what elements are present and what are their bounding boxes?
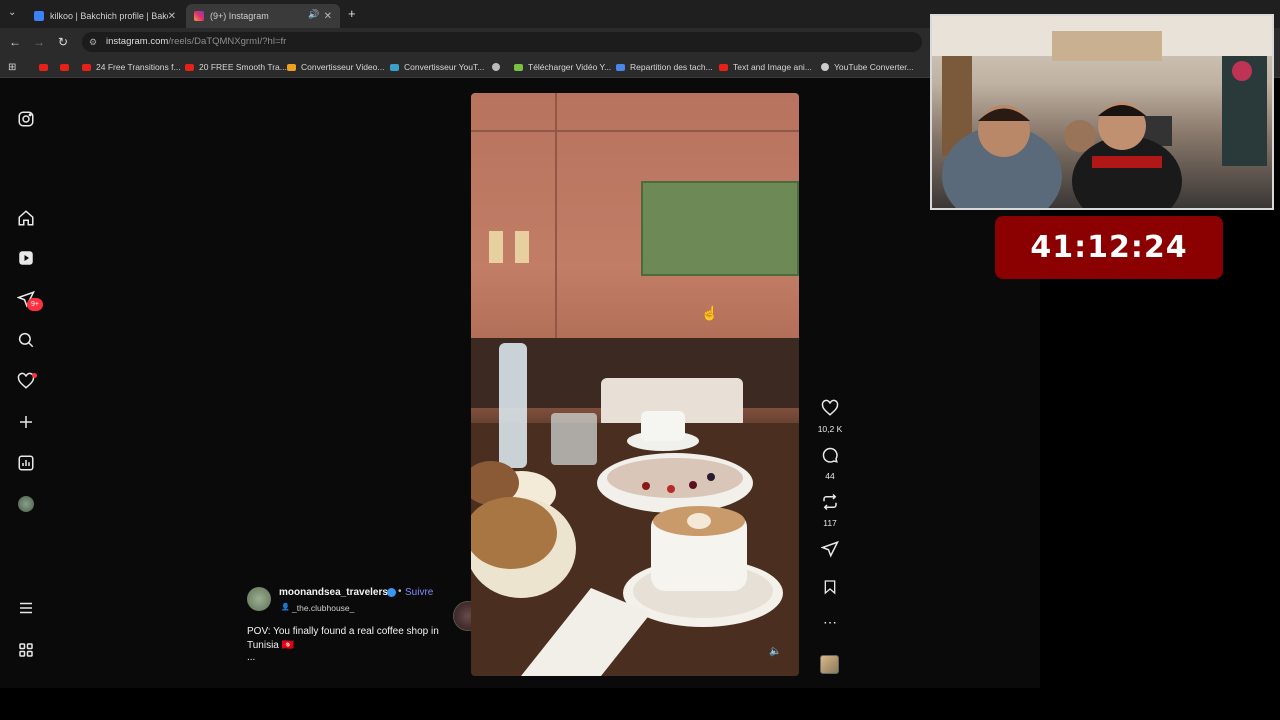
like-count: 10,2 K (817, 424, 843, 434)
url-path: /reels/DaTQMNXgrmI/?hl=fr (168, 36, 287, 47)
converter-icon (287, 63, 296, 71)
comment-icon[interactable] (821, 446, 839, 464)
reels-icon[interactable] (16, 248, 36, 268)
share-action[interactable] (816, 540, 844, 563)
bookmark-item[interactable] (60, 60, 74, 74)
like-action[interactable]: 10,2 K (816, 399, 844, 434)
bookmark-item[interactable]: Convertisseur YouT... (390, 60, 484, 74)
youtube-icon (60, 63, 69, 71)
site-info-icon[interactable]: ⚙ (89, 32, 97, 52)
youtube-icon (719, 63, 728, 71)
url-field[interactable]: ⚙ instagram.com/reels/DaTQMNXgrmI/?hl=fr (82, 32, 922, 52)
youtube-icon (82, 63, 91, 71)
tab-kilkoo[interactable]: kilkoo | Bakchich profile | Bakch ✕ (26, 4, 184, 28)
url-host: instagram.com (106, 36, 169, 47)
bookmark-item[interactable]: Convertisseur Video... (287, 60, 384, 74)
caption-line-2: Tunisia 🇹🇳 (247, 640, 295, 651)
separator-dot: • (398, 586, 402, 597)
audio-person-icon: 👤 (281, 604, 290, 611)
home-icon[interactable] (16, 208, 36, 228)
bookmark-item[interactable]: Repartition des tach... (616, 60, 713, 74)
webcam-scene-image (932, 16, 1272, 208)
bookmark-item[interactable]: 24 Free Transitions f... (82, 60, 181, 74)
back-button[interactable]: ← (7, 34, 23, 50)
repost-action[interactable]: 117 (816, 493, 844, 528)
repost-count: 117 (823, 518, 837, 528)
verified-badge-icon (387, 588, 396, 597)
instagram-logo-icon[interactable] (16, 109, 36, 129)
cursor-hand-icon: ☝ (701, 305, 719, 321)
audio-cover-thumbnail[interactable] (820, 655, 839, 674)
author-username[interactable]: moonandsea_travelers (279, 587, 388, 598)
reload-button[interactable]: ↻ (55, 34, 71, 50)
tab-audio-icon[interactable]: 🔊 (308, 9, 319, 20)
follow-button[interactable]: Suivre (405, 587, 433, 598)
youtube-icon (39, 63, 48, 71)
more-options-icon[interactable]: ⋯ (816, 614, 844, 631)
bookmark-item[interactable] (492, 60, 505, 74)
reel-scene-image (471, 93, 799, 676)
menu-icon[interactable] (16, 598, 36, 618)
docs-icon (616, 63, 625, 71)
stream-timer: 41:12:24 (995, 216, 1223, 279)
bookmark-item[interactable] (39, 60, 53, 74)
forward-button[interactable]: → (31, 34, 47, 50)
webcam-overlay (930, 14, 1274, 210)
dashboard-icon[interactable] (16, 453, 36, 473)
author-avatar[interactable] (247, 587, 271, 611)
instagram-favicon-icon (194, 11, 204, 21)
tab-close-icon[interactable]: ✕ (324, 11, 332, 22)
profile-avatar[interactable] (16, 494, 36, 514)
bookmark-item[interactable]: Télécharger Vidéo Y... (514, 60, 611, 74)
converter-icon (390, 63, 399, 71)
globe-icon (492, 63, 500, 71)
bookmark-icon[interactable] (822, 578, 838, 596)
save-action[interactable] (816, 578, 844, 601)
repost-icon[interactable] (821, 493, 839, 511)
bookmark-item[interactable]: 20 FREE Smooth Tra... (185, 60, 287, 74)
tab-title: (9+) Instagram (210, 11, 269, 21)
tab-search-chevron-icon[interactable]: ⌄ (8, 7, 16, 18)
more-apps-icon[interactable] (16, 640, 36, 660)
comment-action[interactable]: 44 (816, 446, 844, 481)
taskbar-strip (0, 688, 1280, 720)
globe-icon (821, 63, 829, 71)
notification-dot (32, 373, 37, 378)
apps-grid-icon[interactable]: ⊞ (8, 60, 16, 74)
notification-badge: 9+ (27, 298, 43, 311)
bookmark-item[interactable]: Text and Image ani... (719, 60, 812, 74)
create-plus-icon[interactable] (16, 412, 36, 432)
share-icon[interactable] (820, 540, 839, 558)
youtube-icon (185, 63, 194, 71)
new-tab-button[interactable]: + (348, 6, 356, 21)
volume-icon[interactable]: 🔈 (769, 646, 781, 657)
tab-favicon-icon (34, 11, 44, 21)
like-heart-icon[interactable] (821, 399, 839, 417)
bookmark-item[interactable]: YouTube Converter... (821, 60, 914, 74)
tab-instagram[interactable]: (9+) Instagram 🔊 ✕ (186, 4, 340, 28)
search-icon[interactable] (16, 330, 36, 350)
tab-close-icon[interactable]: ✕ (168, 11, 176, 22)
caption-line-1: POV: You finally found a real coffee sho… (247, 626, 439, 637)
comment-count: 44 (825, 471, 835, 481)
tab-title: kilkoo | Bakchich profile | Bakch (50, 11, 168, 21)
reel-video[interactable]: 🔈 ☝ (471, 93, 799, 676)
audio-source-label[interactable]: _the.clubhouse_ (292, 603, 354, 613)
download-icon (514, 63, 523, 71)
caption-more[interactable]: ... (247, 652, 255, 663)
